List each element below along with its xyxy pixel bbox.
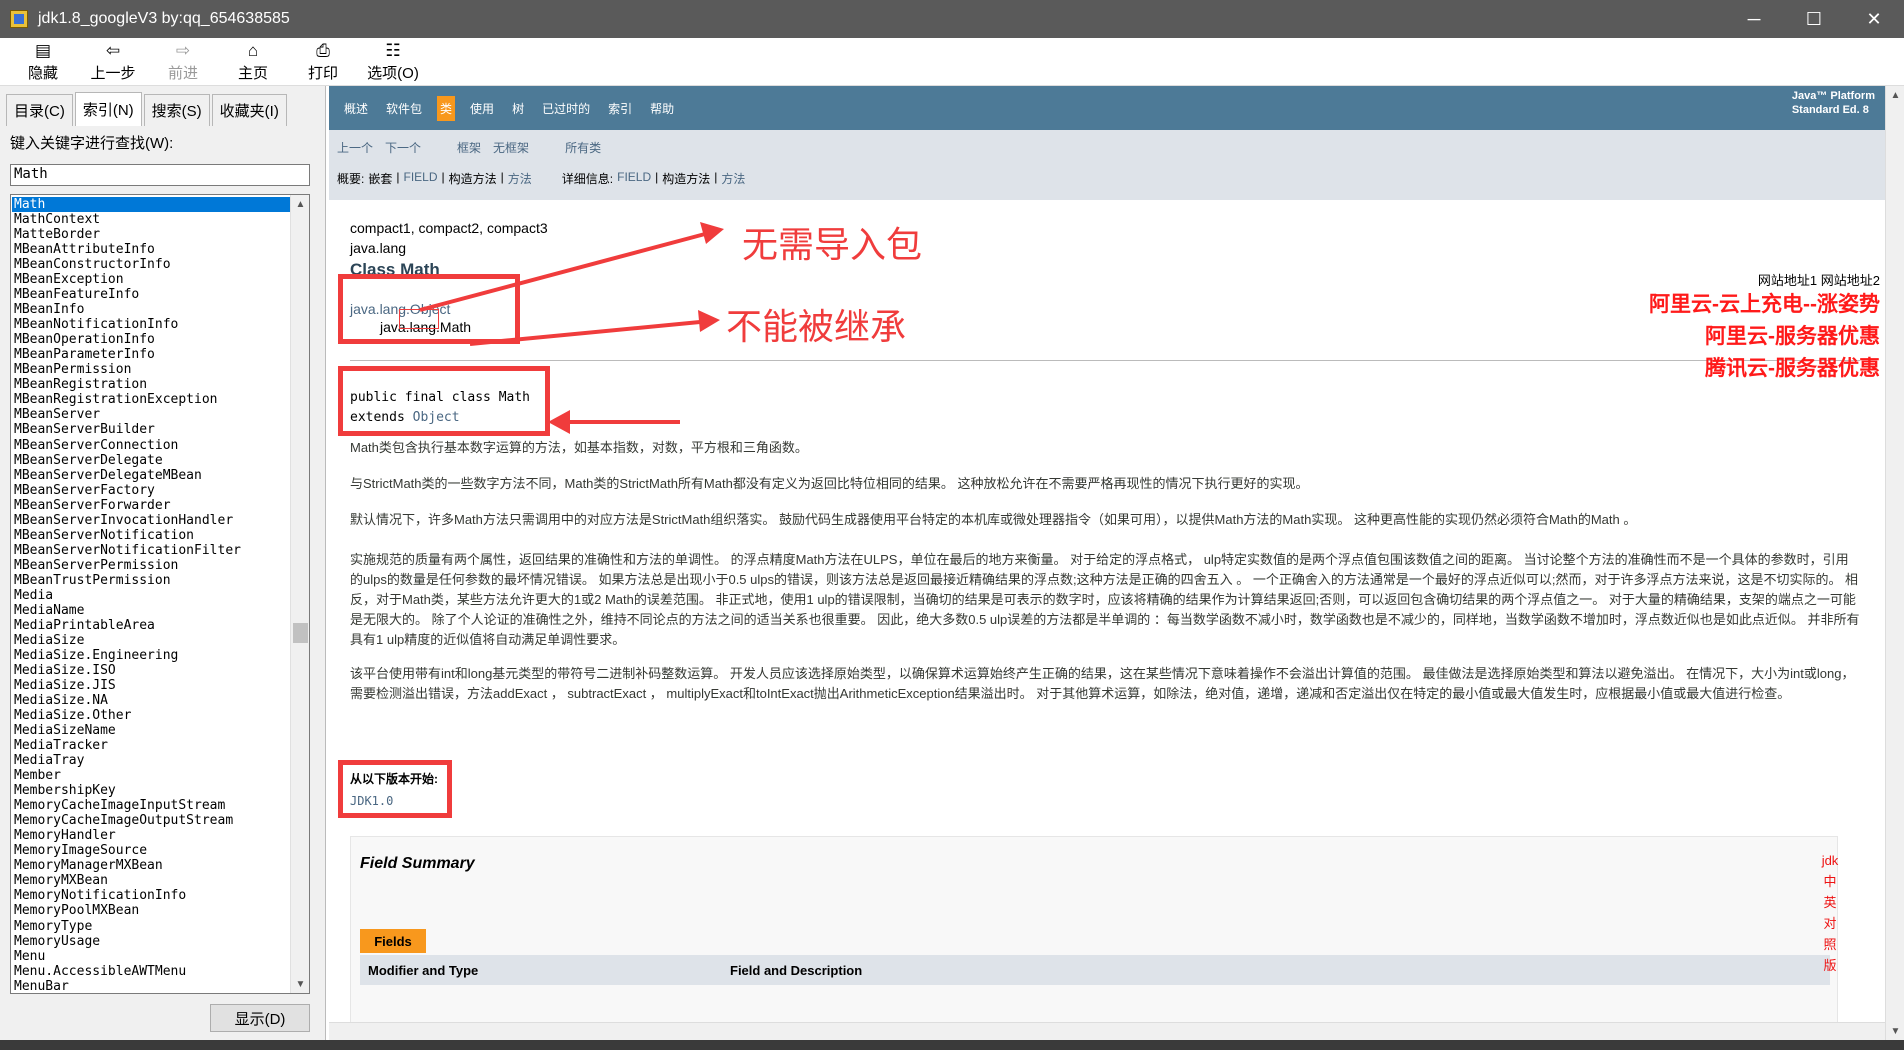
annotation-no-import: 无需导入包 <box>742 224 923 265</box>
annotation-arrows <box>419 222 724 434</box>
annotation-not-inheritable: 不能被继承 <box>726 306 907 347</box>
